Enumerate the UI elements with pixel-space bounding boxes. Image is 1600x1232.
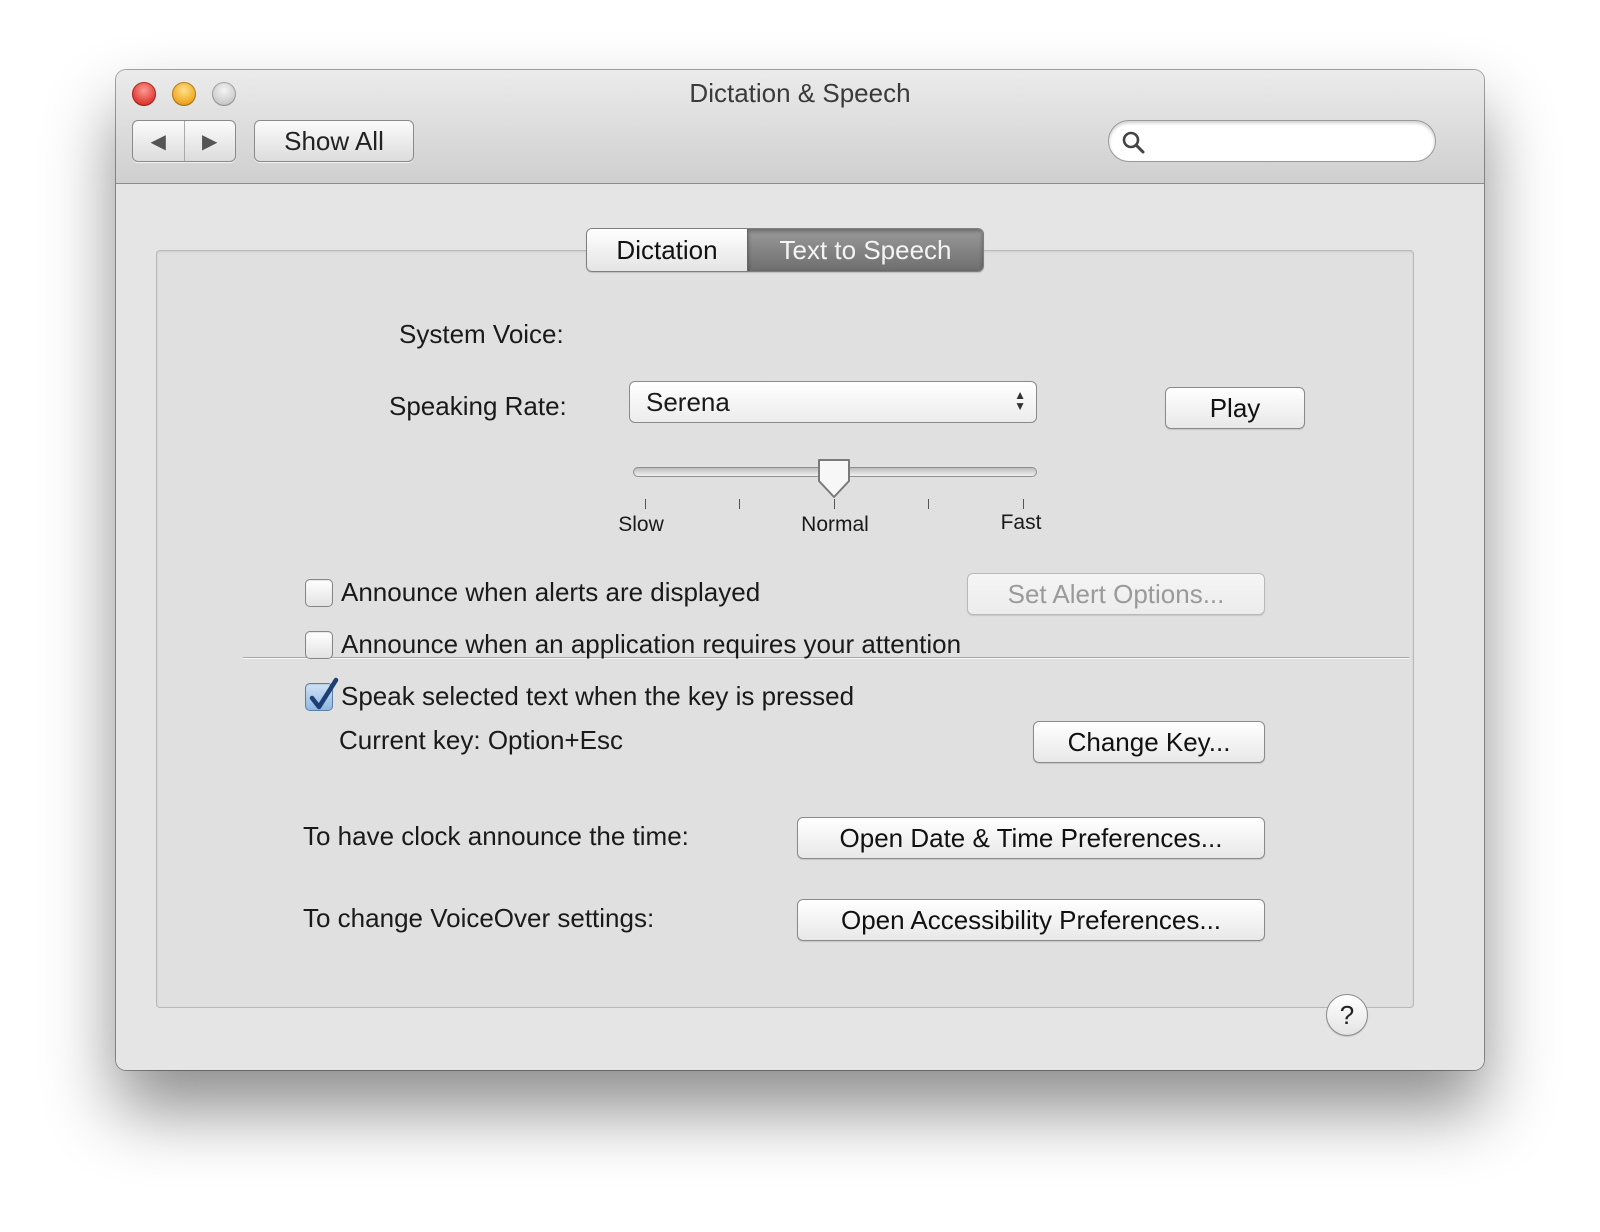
preferences-content: System Voice: Serena ▲ ▼ Speaking Rate: S…	[116, 184, 1484, 1070]
announce-alerts-label: Announce when alerts are displayed	[341, 577, 761, 607]
change-key-button[interactable]: Change Key...	[1033, 721, 1265, 763]
current-key-text: Current key: Option+Esc	[339, 725, 623, 755]
back-forward-control: ◀ ▶	[132, 120, 236, 162]
clock-announce-label: To have clock announce the time:	[303, 821, 689, 851]
search-icon	[1122, 131, 1145, 154]
system-voice-popup[interactable]: Serena ▲ ▼	[629, 381, 1037, 423]
title-bar: Dictation & Speech ◀ ▶ Show All	[116, 70, 1484, 184]
forward-arrow-icon: ▶	[202, 130, 218, 153]
tab-panel: System Voice: Serena ▲ ▼ Speaking Rate: S…	[156, 250, 1414, 1008]
popup-arrows-icon: ▲ ▼	[1014, 388, 1026, 413]
open-date-time-preferences-button[interactable]: Open Date & Time Preferences...	[797, 817, 1265, 859]
forward-button[interactable]: ▶	[183, 121, 236, 161]
system-voice-value: Serena	[646, 386, 730, 417]
tab-text-to-speech[interactable]: Text to Speech	[747, 229, 983, 271]
speaking-rate-thumb[interactable]	[816, 457, 852, 501]
help-icon: ?	[1339, 999, 1355, 1030]
rate-tick-label-fast: Fast	[1000, 511, 1042, 534]
play-button[interactable]: Play	[1165, 387, 1305, 429]
speak-selected-text-checkbox[interactable]	[305, 677, 339, 711]
rate-tick	[645, 499, 646, 509]
search-field[interactable]	[1108, 120, 1436, 162]
set-alert-options-button[interactable]: Set Alert Options...	[967, 573, 1265, 615]
open-accessibility-preferences-button[interactable]: Open Accessibility Preferences...	[797, 899, 1265, 941]
tab-dictation[interactable]: Dictation	[587, 229, 747, 271]
rate-tick-label-slow: Slow	[618, 513, 664, 536]
rate-tick	[834, 499, 835, 509]
announce-alerts-checkbox[interactable]	[305, 579, 333, 607]
back-button[interactable]: ◀	[133, 121, 184, 161]
checkmark-icon	[309, 677, 339, 710]
announce-app-attention-checkbox[interactable]	[305, 631, 333, 659]
speaking-rate-label: Speaking Rate:	[389, 391, 567, 421]
back-arrow-icon: ◀	[150, 130, 166, 153]
announce-app-attention-label: Announce when an application requires yo…	[341, 629, 962, 659]
rate-tick	[1023, 499, 1024, 509]
system-voice-label: System Voice:	[399, 319, 564, 349]
rate-tick	[739, 499, 740, 509]
rate-tick	[928, 499, 929, 509]
speak-selected-text-label: Speak selected text when the key is pres…	[341, 681, 855, 711]
show-all-button[interactable]: Show All	[254, 120, 414, 162]
tab-bar: Dictation Text to Speech	[586, 228, 984, 272]
voiceover-label: To change VoiceOver settings:	[303, 903, 655, 933]
preferences-window: Dictation & Speech ◀ ▶ Show All System V…	[116, 70, 1484, 1070]
window-title: Dictation & Speech	[689, 78, 911, 108]
help-button[interactable]: ?	[1326, 994, 1368, 1036]
rate-tick-label-normal: Normal	[801, 513, 869, 536]
